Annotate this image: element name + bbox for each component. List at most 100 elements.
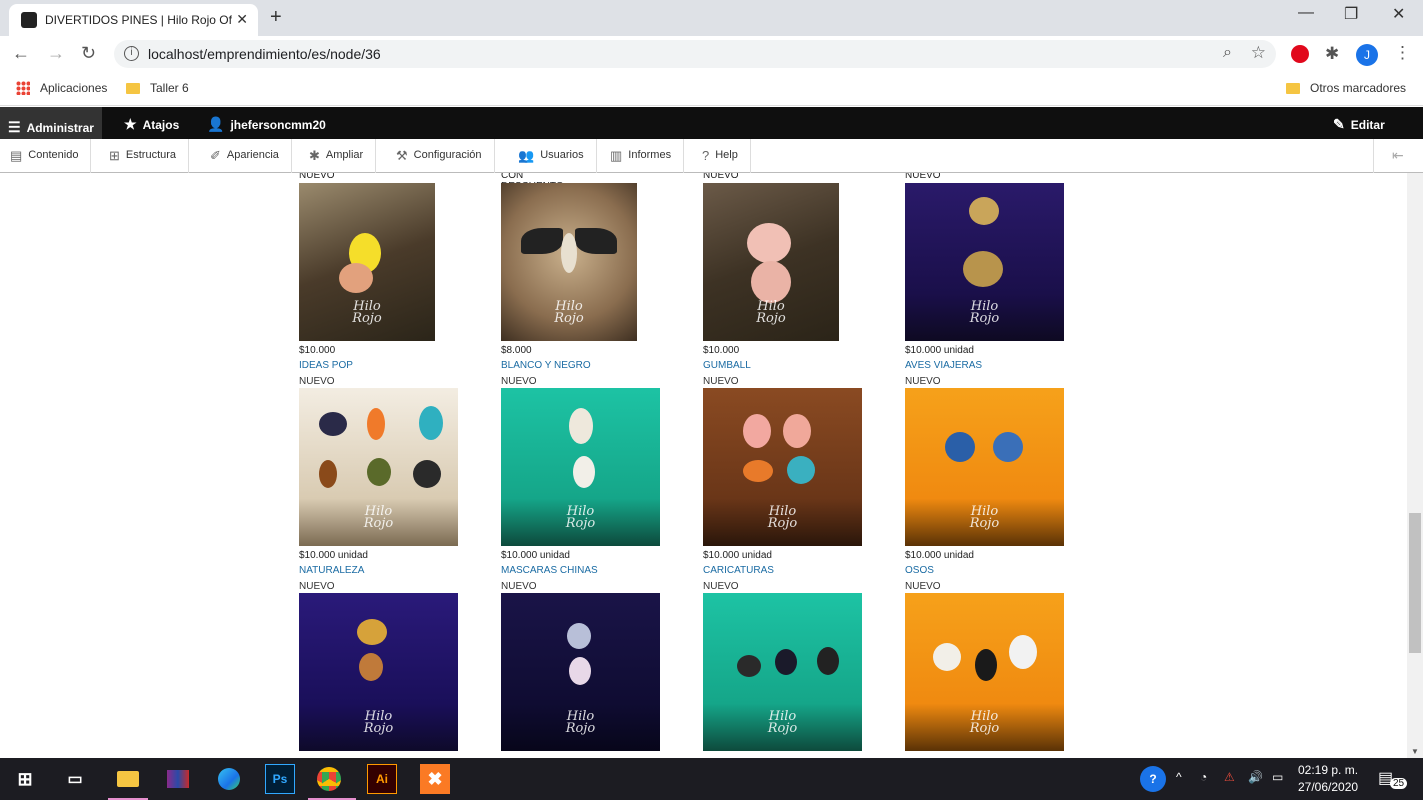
clock-time[interactable]: 02:19 p. m. — [1298, 763, 1358, 777]
page-scrollbar[interactable]: ▼ — [1407, 173, 1423, 758]
pin-figure — [751, 261, 791, 303]
product-image[interactable]: Hilo Rojo — [703, 183, 839, 341]
photoshop-icon[interactable]: Ps — [265, 764, 295, 794]
product-name-link[interactable]: NATURALEZA — [299, 565, 364, 576]
product-price: $10.000 unidad — [703, 550, 772, 561]
tray-orientation-icon[interactable]: ⇤ — [1373, 139, 1423, 173]
extensions-puzzle-icon[interactable]: ✱ — [1325, 44, 1339, 64]
task-view-icon[interactable]: ▭ — [60, 764, 90, 794]
product-image[interactable]: Hilo Rojo — [501, 388, 660, 546]
product-image[interactable]: Hilo Rojo — [703, 593, 862, 751]
volume-icon[interactable]: 🔊 — [1248, 770, 1263, 784]
edge-icon[interactable] — [214, 764, 244, 794]
clock-date[interactable]: 27/06/2020 — [1298, 780, 1358, 794]
zoom-icon[interactable]: ⌕ — [1223, 44, 1232, 62]
product-image[interactable]: Hilo Rojo — [905, 593, 1064, 751]
navigation-bar: ← → ↻ i localhost/emprendimiento/es/node… — [0, 36, 1423, 72]
profile-avatar[interactable]: J — [1356, 44, 1378, 66]
bookmark-star-icon[interactable]: ☆ — [1251, 43, 1266, 63]
file-explorer-icon[interactable] — [113, 764, 143, 794]
product-name-link[interactable]: CARICATURAS — [703, 565, 774, 576]
browser-tab[interactable]: DIVERTIDOS PINES | Hilo Rojo Of ✕ — [9, 4, 258, 36]
toolbar-edit[interactable]: ✎ Editar — [1333, 116, 1385, 133]
back-icon[interactable]: ← — [12, 43, 30, 64]
tray-item-label: Usuarios — [540, 149, 584, 161]
forward-icon[interactable]: → — [47, 43, 65, 64]
scrollbar-thumb[interactable] — [1409, 513, 1421, 653]
product-image[interactable]: Hilo Rojo — [501, 183, 637, 341]
help-icon[interactable]: ? — [1140, 766, 1166, 792]
browser-menu-icon[interactable]: ⋮ — [1394, 43, 1411, 63]
tray-item-structure[interactable]: ⊞ Estructura — [99, 139, 190, 173]
chrome-icon[interactable] — [314, 764, 344, 794]
product-image[interactable]: Hilo Rojo — [299, 593, 458, 751]
pin-figure — [569, 408, 593, 444]
product-image[interactable]: Hilo Rojo — [905, 183, 1064, 341]
product-image[interactable]: Hilo Rojo — [299, 388, 458, 546]
tray-item-appearance[interactable]: ✐ Apariencia — [200, 139, 292, 173]
product-image[interactable]: Hilo Rojo — [703, 388, 862, 546]
defender-icon[interactable]: ⚠ — [1224, 770, 1235, 784]
scroll-down-icon[interactable]: ▼ — [1411, 747, 1419, 756]
toolbar-manage[interactable]: ☰ Administrar — [0, 107, 102, 139]
site-favicon-icon — [21, 12, 37, 28]
product-image[interactable]: Hilo Rojo — [501, 593, 660, 751]
product-name-link[interactable]: BLANCO Y NEGRO — [501, 360, 591, 371]
product-tag: NUEVO — [501, 376, 537, 387]
tray-item-help[interactable]: ? Help — [692, 139, 751, 173]
product-name-link[interactable]: MASCARAS CHINAS — [501, 565, 598, 576]
hilo-rojo-watermark: Hilo Rojo — [363, 504, 394, 531]
network-icon[interactable]: ◔ — [1200, 770, 1207, 784]
tray-item-people[interactable]: 👥 Usuarios — [508, 139, 597, 173]
tray-item-content[interactable]: ▤ Contenido — [0, 139, 92, 173]
pin-figure — [743, 414, 771, 448]
address-bar[interactable]: i localhost/emprendimiento/es/node/36 ⌕ … — [114, 40, 1276, 68]
product-image[interactable]: Hilo Rojo — [905, 388, 1064, 546]
bookmark-apps[interactable]: Aplicaciones — [16, 81, 107, 95]
tray-item-extend[interactable]: ✱ Ampliar — [299, 139, 377, 173]
pin-figure — [963, 251, 1003, 287]
close-tab-icon[interactable]: ✕ — [236, 11, 248, 28]
puzzle-icon: ✱ — [309, 148, 320, 163]
reload-icon[interactable]: ↻ — [81, 43, 96, 64]
admin-tray: ▤ Contenido ⊞ Estructura ✐ Apariencia ✱ Ampl… — [0, 139, 1423, 173]
windows-taskbar: ⊞ ▭ Ps Ai ✖ ? ^ ◔ ⚠ 🔊 ▭ 02:19 p. m. 27/0… — [0, 758, 1423, 800]
site-info-icon[interactable]: i — [124, 46, 139, 61]
product-name-link[interactable]: GUMBALL — [703, 360, 751, 371]
windows-start-icon[interactable]: ⊞ — [10, 764, 40, 794]
product-tag: NUEVO — [501, 581, 537, 592]
opera-extension-icon[interactable] — [1291, 45, 1309, 63]
url-text[interactable]: localhost/emprendimiento/es/node/36 — [148, 46, 381, 62]
product-name-link[interactable]: IDEAS POP — [299, 360, 353, 371]
pin-figure — [521, 228, 563, 254]
show-hidden-icons-icon[interactable]: ^ — [1176, 770, 1182, 784]
minimize-icon[interactable]: — — [1298, 4, 1314, 22]
illustrator-icon[interactable]: Ai — [367, 764, 397, 794]
toolbar-user[interactable]: 👤 jhefersoncmm20 — [207, 116, 326, 133]
product-name-link[interactable]: AVES VIAJERAS — [905, 360, 982, 371]
tray-item-label: Help — [715, 149, 738, 161]
product-tag: NUEVO — [703, 376, 739, 387]
tray-item-configuration[interactable]: ⚒ Configuración — [386, 139, 495, 173]
pin-figure — [569, 657, 591, 685]
product-name-link[interactable]: OSOS — [905, 565, 934, 576]
restore-icon[interactable]: ❐ — [1344, 4, 1358, 24]
hamburger-icon: ☰ — [8, 119, 21, 135]
close-window-icon[interactable]: ✕ — [1392, 4, 1405, 24]
xampp-icon[interactable]: ✖ — [420, 764, 450, 794]
bookmark-other[interactable]: Otros marcadores — [1286, 81, 1406, 95]
product-tag: NUEVO — [905, 376, 941, 387]
toolbar-shortcuts[interactable]: ★ Atajos — [124, 116, 179, 133]
product-price: $10.000 — [703, 345, 740, 356]
winrar-icon[interactable] — [163, 764, 193, 794]
product-price: $8.000 — [501, 345, 532, 356]
battery-icon[interactable]: ▭ — [1272, 770, 1283, 784]
tray-item-reports[interactable]: ▥ Informes — [600, 139, 685, 173]
new-tab-icon[interactable]: + — [270, 6, 282, 29]
bookmark-taller6-label: Taller 6 — [150, 81, 189, 95]
pin-figure — [573, 456, 595, 488]
pin-figure — [1009, 635, 1037, 669]
bookmark-taller6[interactable]: Taller 6 — [126, 81, 189, 95]
product-image[interactable]: Hilo Rojo — [299, 183, 435, 341]
pin-figure — [775, 649, 797, 675]
